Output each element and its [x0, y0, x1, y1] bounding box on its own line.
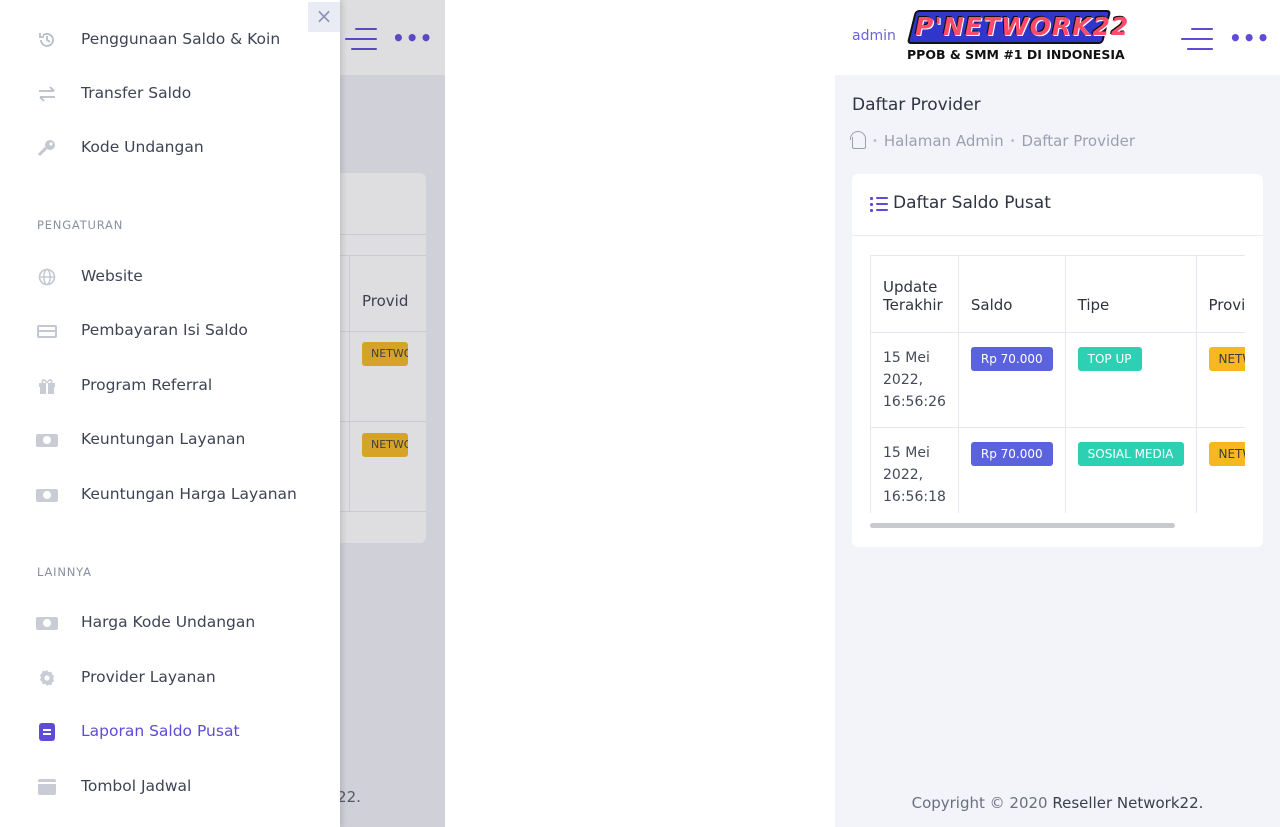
gift-icon	[36, 376, 58, 396]
footer-copyright: Copyright © 2020 Reseller Network22.	[911, 794, 1204, 812]
sidebar-item-keuntungan-layanan[interactable]: Keuntungan Layanan	[0, 420, 340, 460]
cell-saldo: Rp 70.000	[957, 427, 1066, 513]
gear-icon	[36, 668, 58, 688]
breadcrumb-item-halaman-admin[interactable]: Halaman Admin	[884, 132, 1004, 150]
saldo-table: Update Terakhir Saldo Tipe Provid 15 Mei…	[870, 255, 1245, 513]
tipe-badge: SOSIAL MEDIA	[1077, 442, 1184, 466]
table-row: 15 Mei 2022, 16:56:18 Rp 70.000 SOSIAL M…	[870, 427, 1245, 513]
money-icon	[36, 430, 58, 450]
sidebar-item-label: Penggunaan Saldo & Koin	[81, 30, 281, 48]
left-phone-view: ••• Provid NETWORK22 NETWORK22 :22. × Pe…	[0, 0, 445, 827]
calendar-icon	[36, 777, 58, 797]
saldo-badge: Rp 70.000	[970, 442, 1053, 466]
sidebar-item-label: Transfer Saldo	[81, 84, 192, 102]
cell-date: 15 Mei 2022, 16:56:26	[870, 332, 959, 428]
sidebar-item-label: Pembayaran Isi Saldo	[81, 321, 248, 339]
cell-tipe: SOSIAL MEDIA	[1064, 427, 1197, 513]
footer-brand-link[interactable]: Reseller Network22.	[1052, 794, 1203, 812]
horizontal-scrollbar[interactable]	[870, 523, 1175, 528]
card-header: Daftar Saldo Pusat	[852, 174, 1263, 236]
sidebar-item-tombol-jadwal[interactable]: Tombol Jadwal	[0, 767, 340, 807]
sidebar-item-penggunaan-saldo[interactable]: Penggunaan Saldo & Koin	[0, 20, 340, 60]
sidebar-item-label: Program Referral	[81, 376, 213, 394]
transfer-arrows-icon	[36, 84, 58, 104]
tipe-badge: TOP UP	[1077, 347, 1142, 371]
sidebar-item-harga-kode-undangan[interactable]: Harga Kode Undangan	[0, 603, 340, 643]
cell-provider: NETWORK22	[1195, 427, 1245, 513]
sidebar-item-label: Kode Undangan	[81, 138, 204, 156]
more-options-icon[interactable]: •••	[1229, 26, 1270, 50]
list-icon	[870, 196, 888, 212]
screenshot-stage: ••• Provid NETWORK22 NETWORK22 :22. × Pe…	[0, 0, 1280, 827]
credit-card-icon	[36, 321, 58, 341]
logo-text: P'NETWORK22	[915, 12, 1130, 41]
globe-icon	[36, 267, 58, 287]
key-icon	[36, 138, 58, 158]
saldo-pusat-card: Daftar Saldo Pusat Update Terakhir Saldo…	[852, 174, 1263, 547]
sidebar-item-keuntungan-harga-layanan[interactable]: Keuntungan Harga Layanan	[0, 475, 340, 515]
right-phone-view: admin P'NETWORK22 PPOB & SMM #1 DI INDON…	[835, 0, 1280, 827]
sidebar-item-website[interactable]: Website	[0, 257, 340, 297]
column-header-provider[interactable]: Provid	[1195, 255, 1245, 333]
saldo-badge: Rp 70.000	[970, 347, 1053, 371]
sidebar-item-label: Provider Layanan	[81, 668, 216, 686]
column-header-tipe[interactable]: Tipe	[1064, 255, 1197, 333]
column-header-update[interactable]: Update Terakhir	[870, 255, 959, 333]
table-row: 15 Mei 2022, 16:56:26 Rp 70.000 TOP UP N…	[870, 332, 1245, 428]
sidebar-item-label: Keuntungan Layanan	[81, 430, 246, 448]
breadcrumb: • Halaman Admin • Daftar Provider	[850, 131, 1136, 150]
saldo-table-scroll[interactable]: Update Terakhir Saldo Tipe Provid 15 Mei…	[870, 255, 1245, 513]
home-icon[interactable]	[850, 131, 866, 149]
provider-badge: NETWORK22	[1208, 347, 1245, 371]
history-icon	[36, 30, 58, 50]
sidebar-item-laporan-saldo-pusat[interactable]: Laporan Saldo Pusat	[0, 712, 340, 752]
hamburger-menu-icon[interactable]	[1181, 28, 1213, 50]
breadcrumb-item-daftar-provider: Daftar Provider	[1021, 132, 1136, 150]
money-icon	[36, 613, 58, 633]
sidebar-item-label: Laporan Saldo Pusat	[81, 722, 240, 740]
book-icon	[36, 722, 58, 742]
cell-saldo: Rp 70.000	[957, 332, 1066, 428]
brand-logo[interactable]: P'NETWORK22 PPOB & SMM #1 DI INDONESIA	[905, 8, 1130, 66]
sidebar-item-label: Website	[81, 267, 143, 285]
sidebar-item-provider-layanan[interactable]: Provider Layanan	[0, 658, 340, 698]
sidebar-item-pembayaran-isi-saldo[interactable]: Pembayaran Isi Saldo	[0, 311, 340, 351]
cell-provider: NETWORK22	[1195, 332, 1245, 428]
cell-tipe: TOP UP	[1064, 332, 1197, 428]
sidebar-drawer: × Penggunaan Saldo & Koin Transfer Saldo…	[0, 0, 340, 827]
column-header-saldo[interactable]: Saldo	[957, 255, 1066, 333]
sidebar-item-label: Tombol Jadwal	[81, 777, 192, 795]
money-icon	[36, 485, 58, 505]
section-heading-pengaturan: PENGATURAN	[37, 218, 124, 232]
admin-label: admin	[852, 28, 896, 44]
sidebar-item-label: Keuntungan Harga Layanan	[81, 485, 297, 503]
page-title: Daftar Provider	[852, 95, 981, 115]
card-title: Daftar Saldo Pusat	[893, 193, 1051, 213]
sidebar-item-kode-undangan[interactable]: Kode Undangan	[0, 128, 340, 168]
provider-badge: NETWORK22	[1208, 442, 1245, 466]
section-heading-lainnya: LAINNYA	[37, 565, 92, 579]
sidebar-item-label: Harga Kode Undangan	[81, 613, 256, 631]
sidebar-item-program-referral[interactable]: Program Referral	[0, 366, 340, 406]
table-header-row: Update Terakhir Saldo Tipe Provid	[870, 255, 1245, 333]
logo-tagline: PPOB & SMM #1 DI INDONESIA	[907, 47, 1125, 62]
sidebar-item-transfer-saldo[interactable]: Transfer Saldo	[0, 74, 340, 114]
cell-date: 15 Mei 2022, 16:56:18	[870, 427, 959, 513]
